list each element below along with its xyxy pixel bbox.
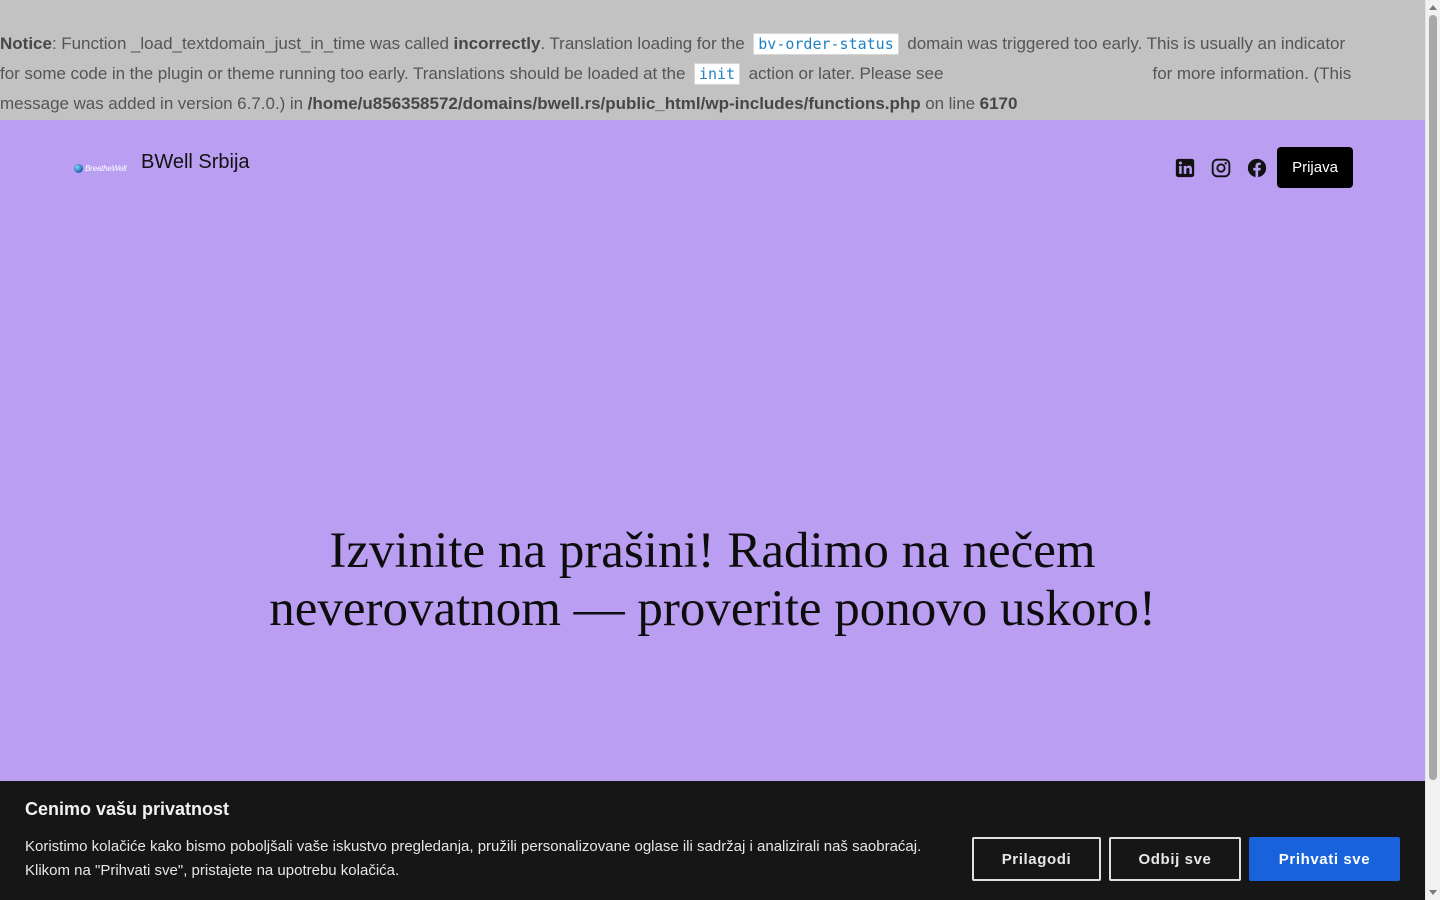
- notice-text-6: on line: [920, 94, 980, 113]
- vertical-scrollbar[interactable]: [1425, 0, 1440, 900]
- globe-icon: [74, 163, 83, 173]
- login-button[interactable]: Prijava: [1277, 147, 1353, 188]
- page-headline: Izvinite na prašini! Radimo na nečem nev…: [269, 523, 1156, 637]
- cookie-banner: Cenimo vašu privatnost Koristimo kolačić…: [0, 781, 1425, 900]
- site-title[interactable]: BWell Srbija: [141, 149, 250, 175]
- notice-code-domain: bv-order-status: [753, 33, 899, 55]
- reject-all-button[interactable]: Odbij sve: [1109, 837, 1241, 881]
- site-logo[interactable]: BreatheWell: [74, 162, 134, 174]
- logo-text: BreatheWell: [85, 163, 127, 173]
- notice-debugging-link[interactable]: [948, 65, 1148, 79]
- scroll-thumb[interactable]: [1429, 15, 1437, 780]
- site-header: BreatheWell BWell Srbija Prijava: [0, 120, 1425, 220]
- notice-text-4: action or later. Please see: [744, 64, 948, 83]
- notice-strong: incorrectly: [453, 34, 541, 53]
- facebook-icon[interactable]: [1247, 158, 1267, 178]
- php-notice: Notice: Function _load_textdomain_just_i…: [0, 0, 1425, 120]
- linkedin-icon[interactable]: [1175, 158, 1195, 178]
- notice-text-2: . Translation loading for the: [540, 34, 750, 53]
- notice-label: Notice: [0, 34, 52, 53]
- scroll-down-arrow-icon[interactable]: [1429, 890, 1437, 895]
- page: Notice: Function _load_textdomain_just_i…: [0, 0, 1425, 900]
- scroll-up-arrow-icon[interactable]: [1429, 5, 1437, 10]
- accept-all-button[interactable]: Prihvati sve: [1249, 837, 1400, 881]
- instagram-icon[interactable]: [1211, 158, 1231, 178]
- notice-line: 6170: [979, 94, 1018, 113]
- notice-code-init: init: [693, 63, 741, 85]
- notice-text-1: : Function _load_textdomain_just_in_time…: [51, 34, 454, 53]
- customize-button[interactable]: Prilagodi: [972, 837, 1101, 881]
- notice-path: /home/u856358572/domains/bwell.rs/public…: [307, 94, 921, 113]
- cookie-banner-text: Koristimo kolačiće kako bismo poboljšali…: [25, 838, 922, 879]
- cookie-banner-title: Cenimo vašu privatnost: [25, 799, 230, 819]
